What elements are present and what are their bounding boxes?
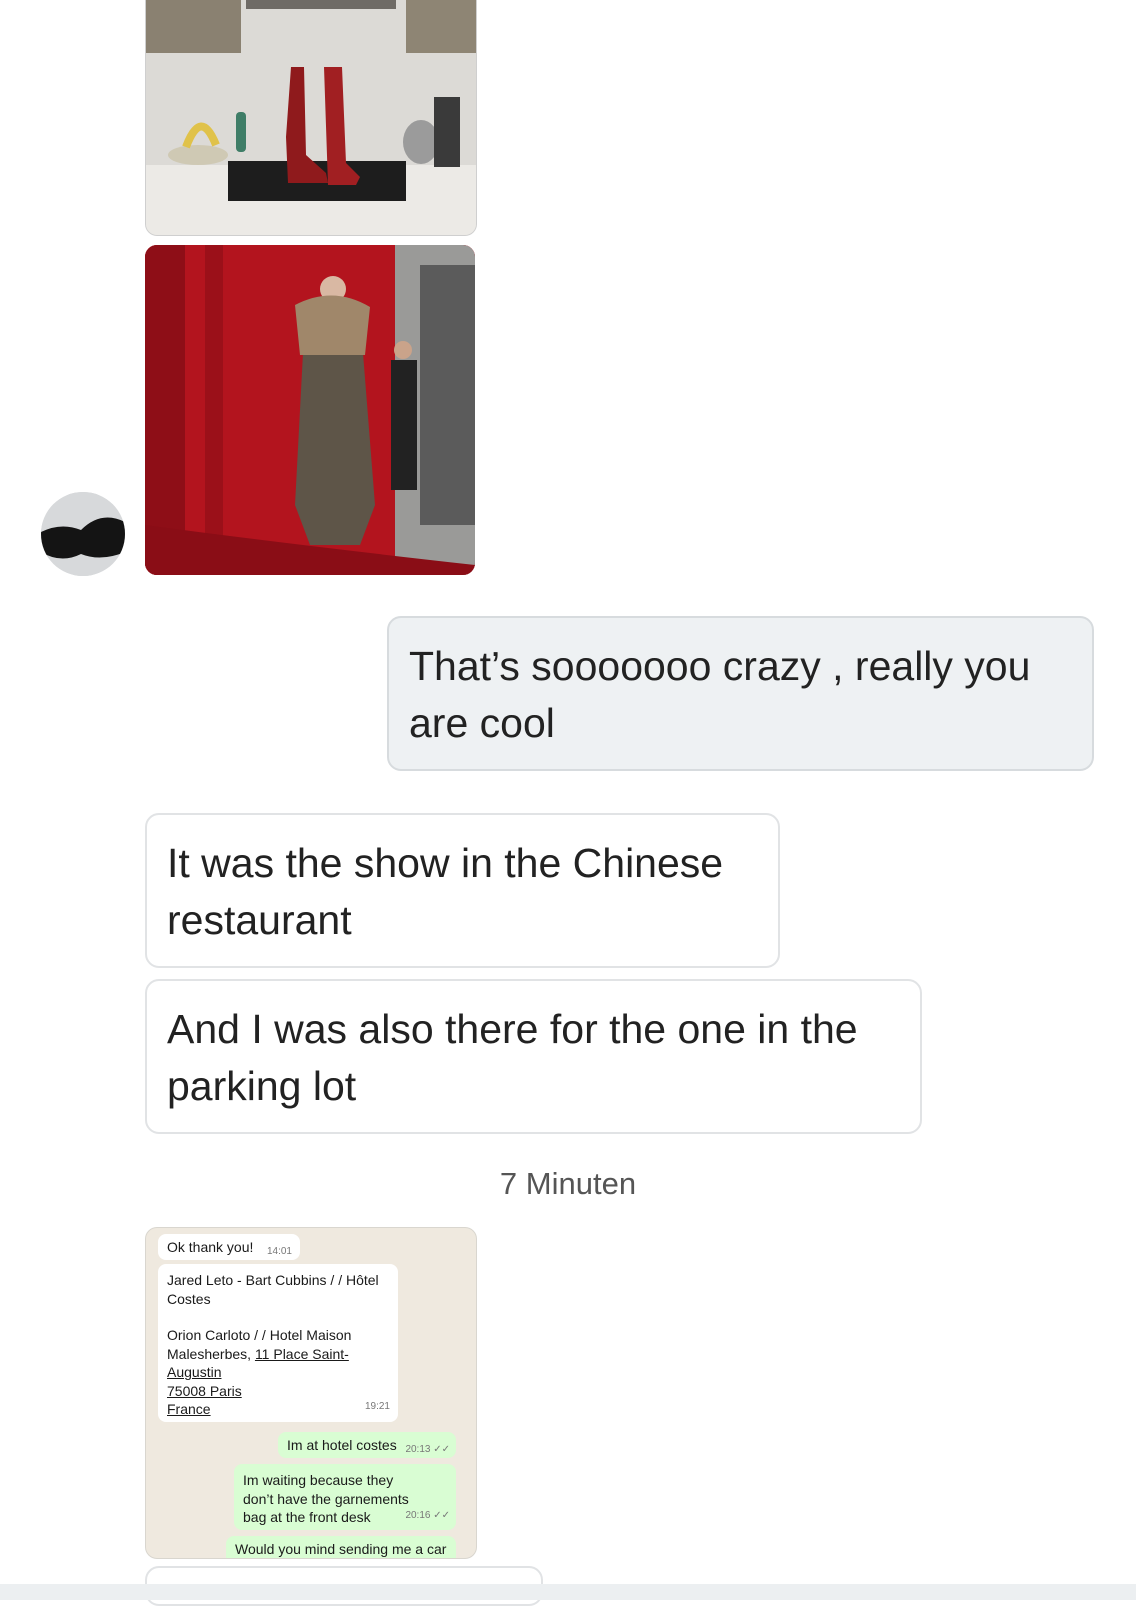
wa-message-text: Im waiting because they don’t have the g… — [243, 1472, 409, 1525]
coat-photo-illustration — [145, 245, 475, 575]
message-bubble-incoming[interactable]: And I was also there for the one in the … — [145, 979, 922, 1134]
shared-photo-coat[interactable] — [145, 245, 475, 575]
wa-message-outgoing: Would you mind sending me a car — [226, 1536, 456, 1558]
time-divider: 7 Minuten — [499, 1166, 637, 1201]
bottom-bar — [0, 1584, 1136, 1600]
shared-photo-boots[interactable] — [145, 0, 477, 236]
wa-timestamp: 14:01 — [266, 1246, 292, 1257]
wa-message-outgoing: Im at hotel costes 20:13 ✓✓ — [278, 1432, 456, 1458]
wa-timestamp: 19:21 — [364, 1400, 390, 1412]
avatar-image — [41, 492, 125, 576]
boots-photo-illustration — [146, 0, 476, 235]
wa-message-text: Im at hotel costes — [287, 1437, 397, 1453]
wa-address-link[interactable]: France — [167, 1400, 389, 1419]
wa-message-text: Jared Leto - Bart Cubbins / / Hôtel Cost… — [167, 1272, 379, 1307]
message-bubble-outgoing[interactable]: That’s sooooooo crazy , really you are c… — [387, 616, 1094, 771]
message-text: That’s sooooooo crazy , really you are c… — [409, 643, 1031, 746]
message-bubble-incoming[interactable]: It was the show in the Chinese restauran… — [145, 813, 780, 968]
wa-message-text: Would you mind sending me a car — [235, 1541, 447, 1557]
wa-message-incoming: Jared Leto - Bart Cubbins / / Hôtel Cost… — [158, 1264, 398, 1422]
message-text: And I was also there for the one in the … — [167, 1006, 858, 1109]
wa-message-outgoing: Im waiting because they don’t have the g… — [234, 1464, 456, 1530]
wa-timestamp: 20:13 ✓✓ — [405, 1444, 450, 1455]
message-text: It was the show in the Chinese restauran… — [167, 840, 724, 943]
wa-message-text: Ok thank you! — [167, 1239, 254, 1255]
wa-address-link[interactable]: 75008 Paris — [167, 1382, 389, 1401]
contact-avatar[interactable] — [41, 492, 125, 576]
wa-timestamp: 20:16 ✓✓ — [405, 1509, 450, 1521]
shared-screenshot[interactable]: Ok thank you! 14:01 Jared Leto - Bart Cu… — [145, 1227, 477, 1559]
wa-message-incoming: Ok thank you! 14:01 — [158, 1234, 300, 1260]
